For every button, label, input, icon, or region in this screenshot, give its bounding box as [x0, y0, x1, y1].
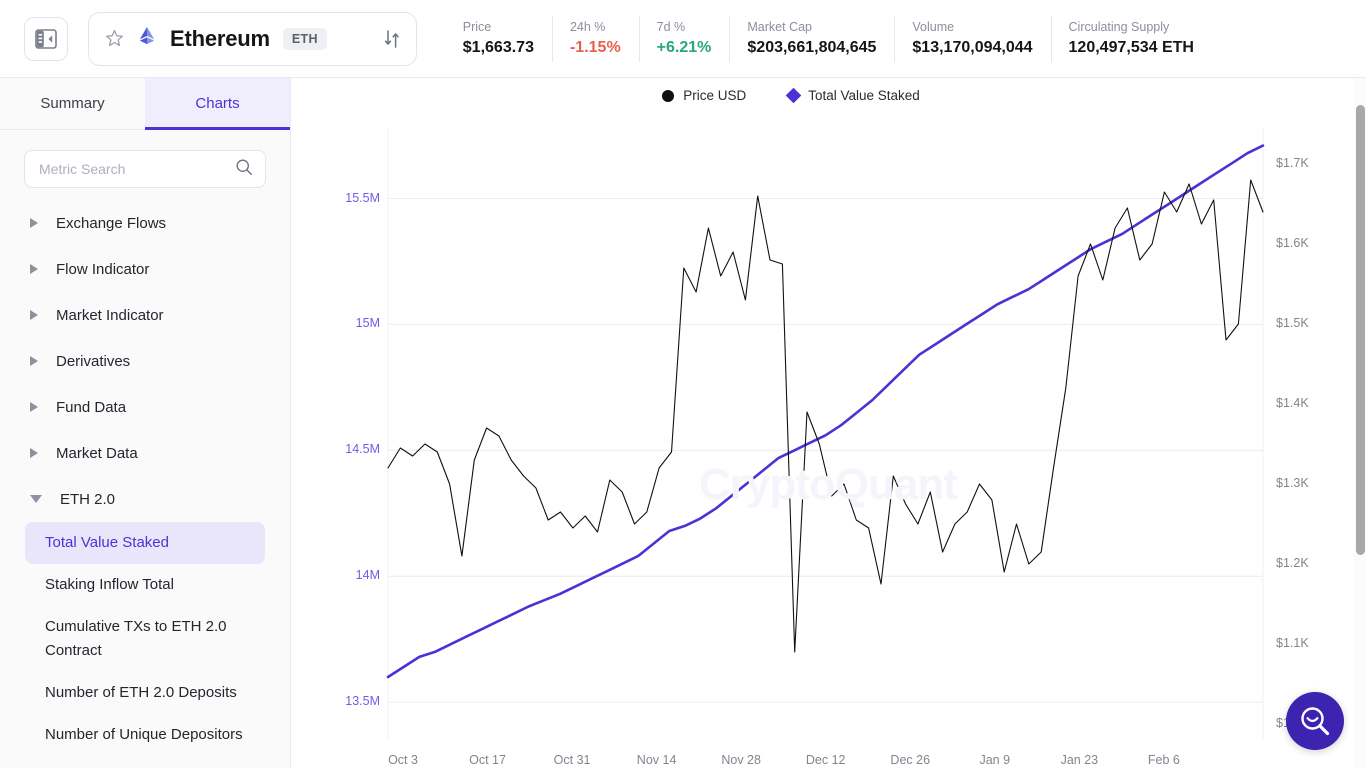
stat-value: $1,663.73: [463, 39, 534, 57]
stat-value: +6.21%: [657, 39, 712, 57]
sidebar-group-market-indicator[interactable]: Market Indicator: [0, 292, 290, 338]
eth2-metric-list: Total Value Staked Staking Inflow Total …: [0, 522, 290, 768]
y-axis-right-tick: $1.3K: [1276, 476, 1336, 490]
group-label: Fund Data: [56, 399, 126, 416]
chevron-right-icon: [30, 218, 38, 228]
chart-plot-area[interactable]: CryptoQuant: [291, 78, 1366, 768]
x-axis-tick: Oct 17: [453, 753, 523, 767]
stat-value: $13,170,094,044: [912, 39, 1032, 57]
y-axis-left-tick: 14M: [320, 568, 380, 582]
x-axis-tick: Jan 23: [1044, 753, 1114, 767]
stat-label: 24h %: [570, 20, 621, 34]
group-label: ETH 2.0: [60, 491, 115, 508]
y-axis-right-tick: $1.6K: [1276, 236, 1336, 250]
left-sidebar: Summary Charts Exchange Flows Flow Indic…: [0, 78, 291, 768]
page-scrollbar-thumb[interactable]: [1356, 105, 1365, 555]
sidebar-group-derivatives[interactable]: Derivatives: [0, 338, 290, 384]
x-axis-tick: Dec 12: [791, 753, 861, 767]
favorite-star-icon[interactable]: [105, 29, 124, 48]
sidebar-collapse-button[interactable]: [24, 17, 68, 61]
stat-label: Circulating Supply: [1069, 20, 1194, 34]
stat-label: 7d %: [657, 20, 712, 34]
metric-item-number-of-unique-depositors[interactable]: Number of Unique Depositors: [25, 714, 265, 756]
y-axis-right-tick: $1.2K: [1276, 556, 1336, 570]
metric-search-box[interactable]: [24, 150, 266, 188]
metric-item-cumulative-txs-to-eth-2-0-contract[interactable]: Cumulative TXs to ETH 2.0 Contract: [25, 606, 265, 672]
group-label: Derivatives: [56, 353, 130, 370]
y-axis-right-tick: $1.5K: [1276, 316, 1336, 330]
asset-stats-strip: Price $1,663.73 24h % -1.15% 7d % +6.21%…: [445, 12, 1212, 66]
asset-ticker-badge: ETH: [283, 28, 327, 50]
stat-market-cap: Market Cap $203,661,804,645: [729, 16, 894, 62]
y-axis-left-tick: 13.5M: [320, 694, 380, 708]
tab-charts[interactable]: Charts: [145, 78, 290, 129]
stat-volume: Volume $13,170,094,044: [894, 16, 1050, 62]
stat-circulating-supply: Circulating Supply 120,497,534 ETH: [1051, 16, 1212, 62]
stat-label: Price: [463, 20, 534, 34]
stat-label: Volume: [912, 20, 1032, 34]
y-axis-left-tick: 15M: [320, 316, 380, 330]
sidebar-group-eth-2-0[interactable]: ETH 2.0: [0, 476, 290, 522]
page-scrollbar-track[interactable]: [1354, 78, 1366, 768]
y-axis-left-tick: 14.5M: [320, 442, 380, 456]
group-label: Exchange Flows: [56, 215, 166, 232]
x-axis-tick: Oct 3: [368, 753, 438, 767]
chevron-right-icon: [30, 356, 38, 366]
x-axis-tick: Oct 31: [537, 753, 607, 767]
group-label: Flow Indicator: [56, 261, 149, 278]
x-axis-tick: Dec 26: [875, 753, 945, 767]
chart-watermark: CryptoQuant: [699, 460, 957, 510]
metric-item-total-value-staked[interactable]: Total Value Staked: [25, 522, 265, 564]
stat-value: $203,661,804,645: [747, 39, 876, 57]
search-input[interactable]: [39, 161, 235, 177]
top-header-bar: Ethereum ETH Price $1,663.73 24h % -1.15…: [0, 0, 1366, 78]
tab-label: Summary: [40, 95, 104, 112]
chart-svg: [291, 78, 1366, 768]
x-axis-tick: Feb 6: [1129, 753, 1199, 767]
sidebar-tabs: Summary Charts: [0, 78, 290, 130]
swap-vertical-icon[interactable]: [384, 28, 400, 50]
sidebar-group-flow-indicator[interactable]: Flow Indicator: [0, 246, 290, 292]
stat-value: -1.15%: [570, 39, 621, 57]
sidebar-collapse-icon: [35, 29, 57, 49]
stat-24h-change: 24h % -1.15%: [552, 16, 639, 62]
chevron-right-icon: [30, 310, 38, 320]
chevron-down-icon: [30, 495, 42, 503]
tab-label: Charts: [195, 95, 239, 112]
y-axis-right-tick: $1.1K: [1276, 636, 1336, 650]
sidebar-group-exchange-flows[interactable]: Exchange Flows: [0, 200, 290, 246]
y-axis-right-tick: $1.7K: [1276, 156, 1336, 170]
search-icon[interactable]: [235, 158, 253, 181]
stat-price: Price $1,663.73: [445, 16, 552, 62]
ethereum-logo-icon: [137, 27, 157, 51]
sidebar-group-fund-data[interactable]: Fund Data: [0, 384, 290, 430]
chevron-right-icon: [30, 264, 38, 274]
stat-value: 120,497,534 ETH: [1069, 39, 1194, 57]
y-axis-right-tick: $1.4K: [1276, 396, 1336, 410]
metric-item-staking-inflow-total[interactable]: Staking Inflow Total: [25, 564, 265, 606]
metric-item-new-depositors[interactable]: New Depositors: [25, 756, 265, 768]
metric-search-wrap: [0, 130, 290, 188]
sidebar-group-market-data[interactable]: Market Data: [0, 430, 290, 476]
x-axis-tick: Nov 28: [706, 753, 776, 767]
search-smile-icon: [1298, 704, 1332, 738]
y-axis-left-tick: 15.5M: [320, 191, 380, 205]
x-axis-tick: Nov 14: [622, 753, 692, 767]
search-fab-button[interactable]: [1286, 692, 1344, 750]
stat-label: Market Cap: [747, 20, 876, 34]
chevron-right-icon: [30, 448, 38, 458]
chart-panel: Price USD Total Value Staked CryptoQuant…: [291, 78, 1366, 768]
chevron-right-icon: [30, 402, 38, 412]
group-label: Market Indicator: [56, 307, 164, 324]
x-axis-tick: Jan 9: [960, 753, 1030, 767]
metric-tree: Exchange Flows Flow Indicator Market Ind…: [0, 188, 290, 768]
group-label: Market Data: [56, 445, 138, 462]
asset-selector-pill[interactable]: Ethereum ETH: [88, 12, 417, 66]
tab-summary[interactable]: Summary: [0, 78, 145, 129]
metric-item-number-of-eth-2-0-deposits[interactable]: Number of ETH 2.0 Deposits: [25, 672, 265, 714]
stat-7d-change: 7d % +6.21%: [639, 16, 730, 62]
asset-name: Ethereum: [170, 26, 270, 52]
